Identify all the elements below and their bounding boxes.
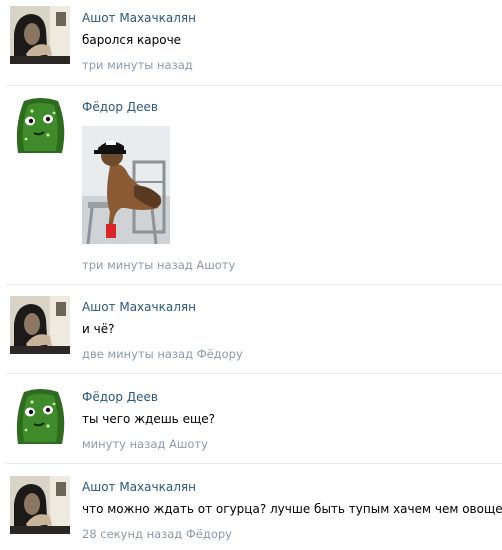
comment-meta: три минуты назад Ашоту (82, 258, 235, 272)
comment-timestamp[interactable]: 28 секунд назад (82, 527, 182, 541)
comment-timestamp[interactable]: две минуты назад (82, 347, 193, 361)
reply-to-link[interactable]: Фёдору (197, 347, 243, 361)
man-dark-photo-avatar[interactable] (10, 476, 70, 534)
comment-item: Фёдор Деев ты чего ждешь еще? минуту наз… (0, 374, 502, 464)
comment-author-link[interactable]: Фёдор Деев (82, 390, 158, 404)
comment-item: Ашот Махачкалян и чё? две минуты назад Ф… (0, 284, 502, 374)
man-dark-photo-avatar[interactable] (10, 296, 70, 354)
comment-meta: минуту назад Ашоту (82, 437, 208, 451)
comment-timestamp[interactable]: три минуты назад (82, 258, 193, 272)
cucumber-face-avatar[interactable] (10, 386, 70, 444)
reply-to-link[interactable]: Фёдору (186, 527, 232, 541)
comment-timestamp[interactable]: три минуты назад (82, 58, 193, 72)
comment-author-link[interactable]: Ашот Махачкалян (82, 480, 196, 494)
comment-text: и чё? (82, 322, 115, 336)
comment-meta: три минуты назад (82, 58, 193, 72)
comment-author-link[interactable]: Ашот Махачкалян (82, 11, 196, 25)
comment-author-link[interactable]: Фёдор Деев (82, 100, 158, 114)
comment-item: Ашот Махачкалян что можно ждать от огурц… (0, 464, 502, 550)
cucumber-face-avatar[interactable] (10, 95, 70, 153)
comment-item: Ашот Махачкалян баролся кароче три минут… (0, 0, 502, 86)
reply-to-link[interactable]: Ашоту (169, 437, 208, 451)
man-dark-photo-avatar[interactable] (10, 6, 70, 64)
comment-author-link[interactable]: Ашот Махачкалян (82, 300, 196, 314)
comment-meta: две минуты назад Фёдору (82, 347, 243, 361)
comment-item: Фёдор Деев три минуты назад Ашоту (0, 86, 502, 285)
comment-timestamp[interactable]: минуту назад (82, 437, 165, 451)
comment-text: баролся кароче (82, 33, 182, 47)
comment-text: что можно ждать от огурца? лучше быть ту… (82, 502, 502, 516)
cat-in-cap-on-chair-photo[interactable] (82, 126, 170, 244)
comment-text: ты чего ждешь еще? (82, 412, 216, 426)
reply-to-link[interactable]: Ашоту (196, 258, 235, 272)
comment-meta: 28 секунд назад Фёдору (82, 527, 232, 541)
